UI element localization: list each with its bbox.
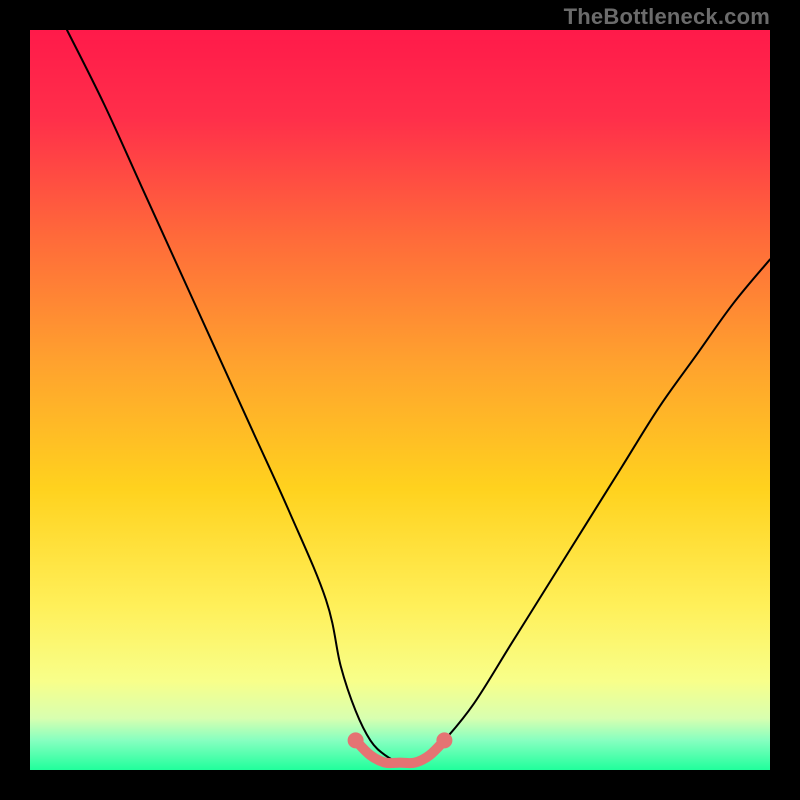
plot-area xyxy=(30,30,770,770)
watermark-text: TheBottleneck.com xyxy=(564,4,770,30)
bottleneck-curve xyxy=(67,30,770,764)
chart-frame: TheBottleneck.com xyxy=(0,0,800,800)
optimal-marker xyxy=(356,740,445,763)
curve-layer xyxy=(30,30,770,770)
